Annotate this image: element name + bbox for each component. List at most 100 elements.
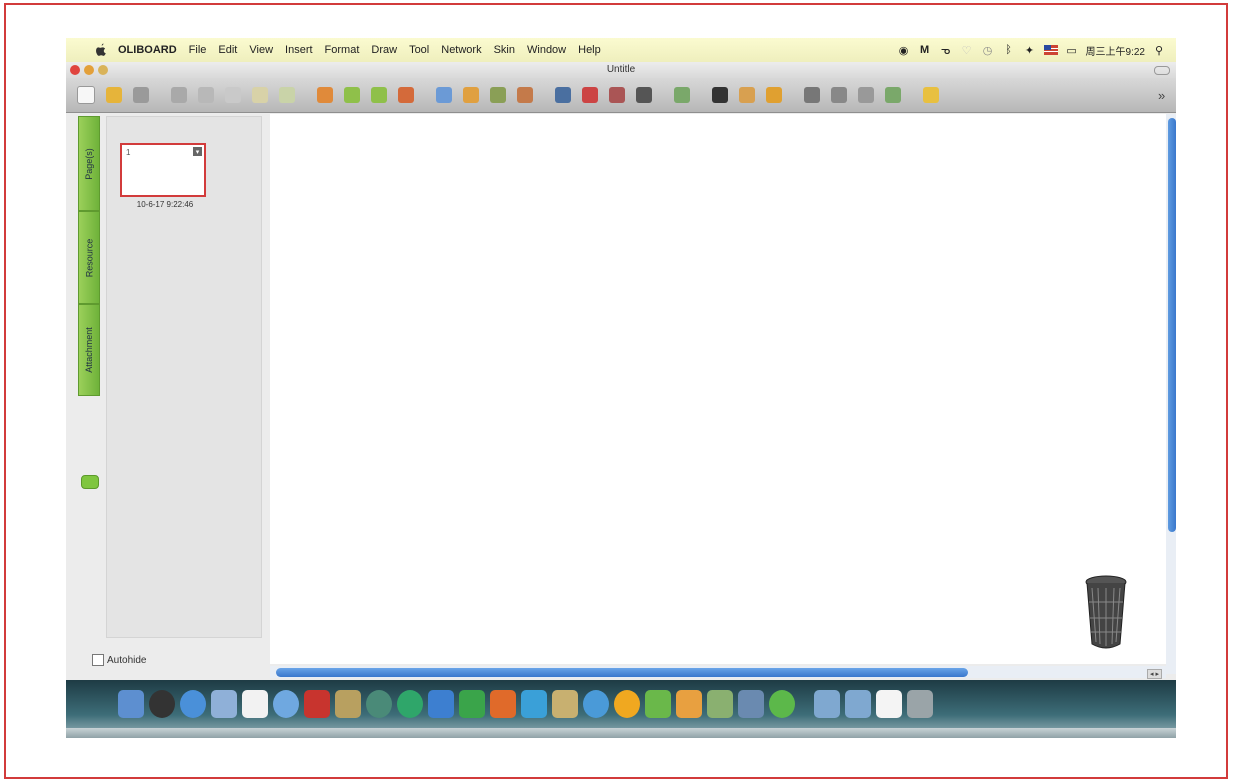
record-icon[interactable] bbox=[517, 87, 533, 103]
folder-b-icon[interactable] bbox=[845, 690, 871, 718]
calendar-icon[interactable] bbox=[242, 690, 268, 718]
undo-icon[interactable] bbox=[252, 87, 268, 103]
word-icon[interactable] bbox=[428, 690, 454, 718]
eraser-icon[interactable] bbox=[885, 87, 901, 103]
itunes-icon[interactable] bbox=[273, 690, 299, 718]
safari-icon[interactable] bbox=[180, 690, 206, 718]
page-thumbnail[interactable]: 1 ▾ bbox=[120, 143, 206, 197]
copy-icon[interactable] bbox=[171, 87, 187, 103]
photos-icon[interactable] bbox=[738, 690, 764, 718]
mail-icon[interactable] bbox=[707, 690, 733, 718]
select-icon[interactable] bbox=[555, 87, 571, 103]
key-icon[interactable]: ᓀ bbox=[939, 44, 953, 57]
app-window: OLIBOARD File Edit View Insert Format Dr… bbox=[66, 38, 1176, 738]
menu-bar: OLIBOARD File Edit View Insert Format Dr… bbox=[66, 38, 1176, 62]
line-width-icon[interactable] bbox=[804, 87, 820, 103]
export-icon[interactable] bbox=[398, 87, 414, 103]
brush-icon[interactable] bbox=[636, 87, 652, 103]
menu-network[interactable]: Network bbox=[441, 44, 481, 56]
excel-icon[interactable] bbox=[459, 690, 485, 718]
clock-icon[interactable]: ◷ bbox=[981, 44, 995, 57]
tab-resource-label: Resource bbox=[84, 238, 94, 277]
dock bbox=[66, 680, 1176, 738]
zoom-icon[interactable] bbox=[436, 87, 452, 103]
spotlight-search-icon[interactable]: ⚲ bbox=[1152, 44, 1166, 57]
capture-icon[interactable] bbox=[490, 87, 506, 103]
preview-icon[interactable] bbox=[211, 690, 237, 718]
photo-icon[interactable] bbox=[304, 690, 330, 718]
battery-icon[interactable]: ▭ bbox=[1065, 44, 1079, 57]
menu-window[interactable]: Window bbox=[527, 44, 566, 56]
app-icon[interactable] bbox=[397, 690, 423, 718]
sidebar-toggle-icon[interactable] bbox=[81, 475, 99, 489]
color-icon[interactable] bbox=[858, 87, 874, 103]
hand-icon[interactable] bbox=[923, 87, 939, 103]
folder-a-icon[interactable] bbox=[814, 690, 840, 718]
menu-format[interactable]: Format bbox=[325, 44, 360, 56]
autohide-option[interactable]: Autohide bbox=[92, 654, 146, 666]
dock-icons bbox=[118, 690, 933, 718]
page-timestamp: 10-6-17 9:22:46 bbox=[136, 200, 194, 209]
finder-icon[interactable] bbox=[118, 690, 144, 718]
folder-icon[interactable] bbox=[676, 690, 702, 718]
tab-resource[interactable]: Resource bbox=[78, 211, 100, 304]
m-icon[interactable]: M bbox=[918, 44, 932, 56]
drawing-canvas[interactable] bbox=[270, 114, 1166, 664]
menu-tool[interactable]: Tool bbox=[409, 44, 429, 56]
import-icon[interactable] bbox=[317, 87, 333, 103]
page-nav-arrows-icon[interactable]: ◂ ▸ bbox=[1147, 669, 1162, 679]
time-machine-icon[interactable] bbox=[366, 690, 392, 718]
back-icon[interactable] bbox=[344, 87, 360, 103]
chart-icon[interactable] bbox=[552, 690, 578, 718]
pen-icon[interactable] bbox=[582, 87, 598, 103]
tab-attachment[interactable]: Attachment bbox=[78, 304, 100, 396]
document-icon[interactable] bbox=[876, 690, 902, 718]
apple-icon[interactable] bbox=[94, 43, 108, 57]
menu-skin[interactable]: Skin bbox=[494, 44, 515, 56]
user-icon[interactable] bbox=[645, 690, 671, 718]
menubar-clock[interactable]: 周三上午9:22 bbox=[1086, 43, 1145, 58]
dashboard-icon[interactable] bbox=[149, 690, 175, 718]
powerpoint-icon[interactable] bbox=[490, 690, 516, 718]
fill-icon[interactable] bbox=[766, 87, 782, 103]
menu-view[interactable]: View bbox=[249, 44, 273, 56]
marker-icon[interactable] bbox=[609, 87, 625, 103]
o-icon[interactable] bbox=[614, 690, 640, 718]
new-icon[interactable] bbox=[77, 86, 95, 104]
star-icon[interactable] bbox=[335, 690, 361, 718]
redo-icon[interactable] bbox=[279, 87, 295, 103]
highlighter-icon[interactable] bbox=[674, 87, 690, 103]
paste-icon[interactable] bbox=[198, 87, 214, 103]
globe-icon[interactable] bbox=[583, 690, 609, 718]
input-source-flag-icon[interactable] bbox=[1043, 45, 1058, 55]
line-style-icon[interactable] bbox=[831, 87, 847, 103]
menu-edit[interactable]: Edit bbox=[218, 44, 237, 56]
open-icon[interactable] bbox=[106, 87, 122, 103]
bluetooth-icon[interactable]: ᛒ bbox=[1002, 44, 1016, 56]
trash-bin-icon[interactable] bbox=[1084, 574, 1128, 656]
toolbar-toggle-icon[interactable] bbox=[1154, 66, 1170, 75]
autohide-checkbox[interactable] bbox=[92, 654, 104, 666]
menu-file[interactable]: File bbox=[189, 44, 207, 56]
play-icon[interactable] bbox=[463, 87, 479, 103]
more-tools-icon[interactable]: » bbox=[1158, 88, 1172, 103]
webcam-icon[interactable]: ◉ bbox=[897, 44, 911, 57]
forward-icon[interactable] bbox=[371, 87, 387, 103]
menu-insert[interactable]: Insert bbox=[285, 44, 313, 56]
cut-icon[interactable] bbox=[225, 87, 241, 103]
tab-pages[interactable]: Page(s) bbox=[78, 116, 100, 211]
heart-icon[interactable]: ♡ bbox=[960, 44, 974, 57]
wifi-icon[interactable]: ✦ bbox=[1023, 44, 1037, 57]
app-menu[interactable]: OLIBOARD bbox=[118, 44, 177, 56]
menu-draw[interactable]: Draw bbox=[371, 44, 397, 56]
leaf-icon[interactable] bbox=[769, 690, 795, 718]
c-icon[interactable] bbox=[521, 690, 547, 718]
page-menu-icon[interactable]: ▾ bbox=[193, 147, 202, 156]
line-icon[interactable] bbox=[712, 87, 728, 103]
vertical-scrollbar[interactable] bbox=[1168, 118, 1176, 532]
menu-help[interactable]: Help bbox=[578, 44, 601, 56]
save-icon[interactable] bbox=[133, 87, 149, 103]
trash-dock-icon[interactable] bbox=[907, 690, 933, 718]
horizontal-scrollbar[interactable] bbox=[276, 668, 968, 677]
shape-icon[interactable] bbox=[739, 87, 755, 103]
